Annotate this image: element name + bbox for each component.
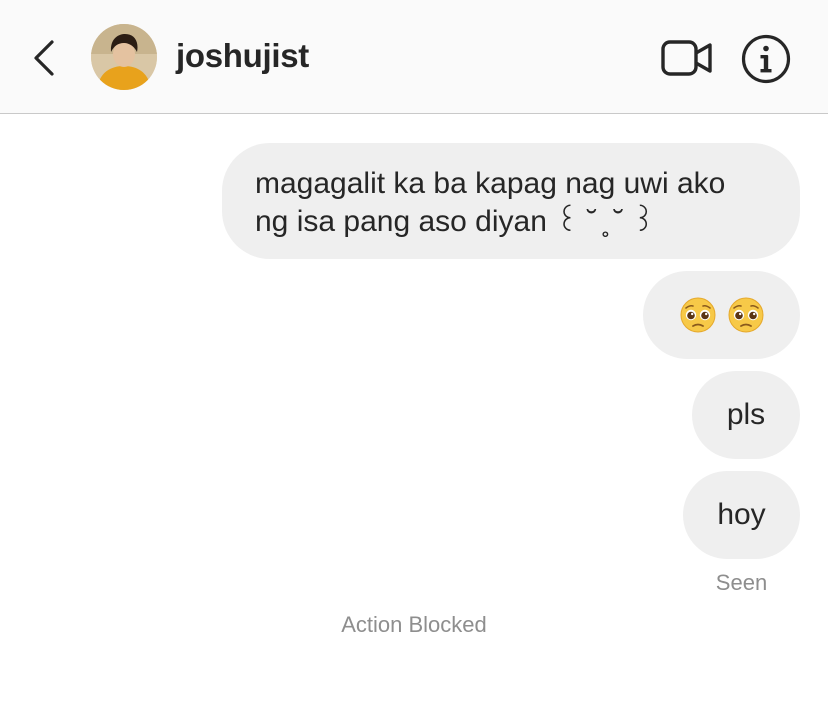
chevron-left-icon: [34, 40, 54, 76]
profile-photo: [91, 24, 157, 90]
message-bubble[interactable]: hoy: [683, 471, 800, 559]
video-call-button[interactable]: [660, 37, 714, 79]
message-bubble[interactable]: magagalit ka ba kapag nag uwi ako ng isa…: [222, 143, 800, 259]
chat-header: joshujist: [0, 0, 828, 114]
video-camera-icon: [661, 40, 712, 76]
pleading-face-emoji-icon: [728, 297, 763, 333]
message-bubble[interactable]: pls: [692, 371, 800, 459]
message-text-line: magagalit ka ba kapag nag uwi ako: [255, 167, 726, 200]
info-button[interactable]: [740, 33, 792, 85]
message-text: pls: [726, 398, 766, 431]
message-bubble[interactable]: [643, 271, 800, 359]
pleading-face-emoji-icon: [680, 297, 715, 333]
avatar[interactable]: [91, 24, 157, 90]
chat-username[interactable]: joshujist: [176, 37, 309, 75]
info-icon: [741, 34, 791, 84]
seen-indicator: Seen: [715, 570, 768, 595]
message-text: hoy: [717, 498, 766, 531]
message-text-line: ng isa pang aso diyan ꒰ ˘ ̥ ˘ ꒱: [255, 205, 656, 238]
action-blocked-notice: Action Blocked: [341, 612, 487, 637]
back-button[interactable]: [26, 36, 62, 80]
